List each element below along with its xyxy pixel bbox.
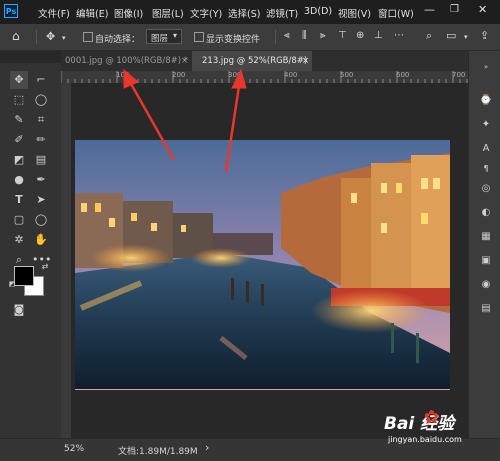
tab-label: 213.jpg @ 52%(RGB/8#) bbox=[202, 56, 308, 66]
venice-canal-photo bbox=[75, 140, 450, 390]
baidu-brand: Bai 经验 bbox=[384, 414, 455, 434]
marquee-tool-icon[interactable]: ⬚ bbox=[10, 91, 28, 109]
foreground-color-swatch[interactable] bbox=[14, 266, 34, 286]
divider bbox=[36, 30, 37, 44]
minimize-icon[interactable]: — bbox=[424, 3, 435, 16]
menu-bar: Ps 文件(F) 编辑(E) 图像(I) 图层(L) 文字(Y) 选择(S) 滤… bbox=[0, 0, 500, 24]
tab-label: 0001.jpg @ 100%(RGB/8#) * bbox=[65, 56, 188, 66]
baidu-watermark: Bai 经验 ✿ jingyan.baidu.com bbox=[380, 405, 498, 455]
hand-tool-icon[interactable]: ✋ bbox=[32, 231, 50, 249]
properties-icon[interactable]: ▦ bbox=[478, 229, 494, 245]
menu-filter[interactable]: 滤镜(T) bbox=[266, 6, 298, 20]
chevron-down-icon[interactable]: ▾ bbox=[464, 33, 468, 41]
libraries-icon[interactable]: ◎ bbox=[478, 181, 494, 197]
dodge-tool-icon[interactable]: ● bbox=[10, 171, 28, 189]
menu-edit[interactable]: 编辑(E) bbox=[76, 6, 108, 20]
align-bottom-icon[interactable]: ⊥ bbox=[374, 30, 383, 41]
options-bar: ⌂ ✥ ▾ 自动选择： 图层 ▾ 显示变换控件 ⫷ ⫼ ⫸ ⊤ ⊕ ⊥ ⋯ ⌕ … bbox=[0, 24, 500, 51]
align-center-icon[interactable]: ⫼ bbox=[302, 30, 307, 41]
photoshop-logo: Ps bbox=[4, 4, 18, 18]
restore-icon[interactable]: ❐ bbox=[450, 4, 459, 15]
swap-colors-icon[interactable]: ⇄ bbox=[40, 262, 50, 272]
auto-select-checkbox[interactable] bbox=[83, 32, 93, 42]
baidu-url: jingyan.baidu.com bbox=[388, 435, 462, 444]
close-icon[interactable]: × bbox=[302, 51, 309, 71]
menu-view[interactable]: 视图(V) bbox=[338, 6, 371, 20]
collapse-icon[interactable]: » bbox=[478, 59, 494, 75]
eyedropper-tool-icon[interactable]: ✐ bbox=[10, 131, 28, 149]
vertical-ruler bbox=[61, 83, 71, 438]
move-tool-icon[interactable]: ✥ bbox=[10, 71, 28, 89]
history-icon[interactable]: ⌚ bbox=[478, 93, 494, 109]
align-middle-icon[interactable]: ⊕ bbox=[356, 30, 364, 41]
layer-select-dropdown[interactable]: 图层 ▾ bbox=[146, 29, 182, 44]
divider bbox=[275, 30, 276, 44]
align-left-icon[interactable]: ⫷ bbox=[284, 30, 290, 41]
adjustments-icon[interactable]: ◐ bbox=[478, 205, 494, 221]
document-tabs: 0001.jpg @ 100%(RGB/8#) * × 213.jpg @ 52… bbox=[61, 51, 468, 71]
menu-select[interactable]: 选择(S) bbox=[228, 6, 260, 20]
pen-tool-icon[interactable]: ✒ bbox=[32, 171, 50, 189]
canvas-area[interactable] bbox=[71, 83, 468, 438]
menu-image[interactable]: 图像(I) bbox=[114, 6, 143, 20]
ruler-mark: 200 bbox=[172, 71, 186, 79]
share-icon[interactable]: ⇪ bbox=[480, 29, 489, 42]
search-icon[interactable]: ⌕ bbox=[426, 29, 432, 43]
layer-select-value: 图层 bbox=[151, 34, 169, 44]
menu-layer[interactable]: 图层(L) bbox=[152, 6, 184, 20]
document-size[interactable]: 文档:1.89M/1.89M bbox=[118, 444, 198, 457]
crop-tool-icon[interactable]: ⌗ bbox=[32, 111, 50, 129]
right-panel-dock: » ⌚ ✦ A ¶ ◎ ◐ ▦ ▣ ◉ ▤ bbox=[468, 51, 500, 438]
menu-window[interactable]: 窗口(W) bbox=[378, 6, 414, 20]
default-colors-icon[interactable]: ◩ bbox=[8, 280, 16, 288]
artboard-tool-icon[interactable]: ⌐ bbox=[32, 71, 50, 89]
character-icon[interactable]: A bbox=[478, 141, 494, 157]
menu-3d[interactable]: 3D(D) bbox=[304, 6, 332, 17]
menu-file[interactable]: 文件(F) bbox=[38, 6, 70, 20]
eraser-tool-icon[interactable]: ◩ bbox=[10, 151, 28, 169]
type-tool-icon[interactable]: T bbox=[10, 191, 28, 209]
channels-icon[interactable]: ◉ bbox=[478, 277, 494, 293]
custom-shape-tool-icon[interactable]: ✲ bbox=[10, 231, 28, 249]
chevron-down-icon[interactable]: ▾ bbox=[62, 34, 66, 42]
auto-select-label: 自动选择： bbox=[95, 35, 141, 45]
path-select-tool-icon[interactable]: ➤ bbox=[32, 191, 50, 209]
close-window-icon[interactable]: ✕ bbox=[478, 3, 487, 16]
lasso-tool-icon[interactable]: ◯ bbox=[32, 91, 50, 109]
home-icon[interactable]: ⌂ bbox=[12, 29, 20, 43]
ruler-mark: 100 bbox=[116, 71, 130, 79]
rectangle-tool-icon[interactable]: ▢ bbox=[10, 211, 28, 229]
quick-mask-icon[interactable]: ◙ bbox=[10, 301, 28, 319]
gradient-tool-icon[interactable]: ▤ bbox=[32, 151, 50, 169]
ruler-mark: 600 bbox=[396, 71, 410, 79]
close-icon[interactable]: × bbox=[181, 51, 188, 71]
distribute-icon[interactable]: ⋯ bbox=[394, 30, 404, 41]
paragraph-icon[interactable]: ¶ bbox=[478, 161, 494, 177]
show-transform-label: 显示变换控件 bbox=[206, 35, 261, 45]
ruler-mark: 700 bbox=[452, 71, 466, 79]
zoom-level[interactable]: 52% bbox=[64, 444, 84, 454]
move-tool-icon[interactable]: ✥ bbox=[46, 30, 55, 43]
ruler-mark: 300 bbox=[228, 71, 242, 79]
paw-icon: ✿ bbox=[424, 407, 440, 428]
chevron-down-icon: ▾ bbox=[173, 31, 178, 40]
show-transform-checkbox[interactable] bbox=[194, 32, 204, 42]
paths-icon[interactable]: ▤ bbox=[478, 301, 494, 317]
ruler-mark: 400 bbox=[284, 71, 298, 79]
layers-icon[interactable]: ▣ bbox=[478, 253, 494, 269]
ellipse-tool-icon[interactable]: ◯ bbox=[32, 211, 50, 229]
menu-type[interactable]: 文字(Y) bbox=[190, 6, 222, 20]
align-right-icon[interactable]: ⫸ bbox=[320, 30, 326, 41]
ruler-mark: 500 bbox=[340, 71, 354, 79]
tab-0001[interactable]: 0001.jpg @ 100%(RGB/8#) * × bbox=[61, 51, 192, 71]
tools-panel: ✥ ⌐ ⬚ ◯ ✎ ⌗ ✐ ✏ ◩ ▤ ● ✒ T ➤ ▢ ◯ ✲ ✋ ⌕ ••… bbox=[0, 63, 61, 438]
brush-tool-icon[interactable]: ✏ bbox=[32, 131, 50, 149]
chevron-right-icon[interactable]: › bbox=[205, 441, 209, 454]
quick-select-tool-icon[interactable]: ✎ bbox=[10, 111, 28, 129]
brush-settings-icon[interactable]: ✦ bbox=[478, 117, 494, 133]
align-top-icon[interactable]: ⊤ bbox=[338, 30, 347, 41]
tab-213[interactable]: 213.jpg @ 52%(RGB/8#) × bbox=[192, 51, 312, 71]
workspace-icon[interactable]: ▭ bbox=[446, 29, 456, 42]
